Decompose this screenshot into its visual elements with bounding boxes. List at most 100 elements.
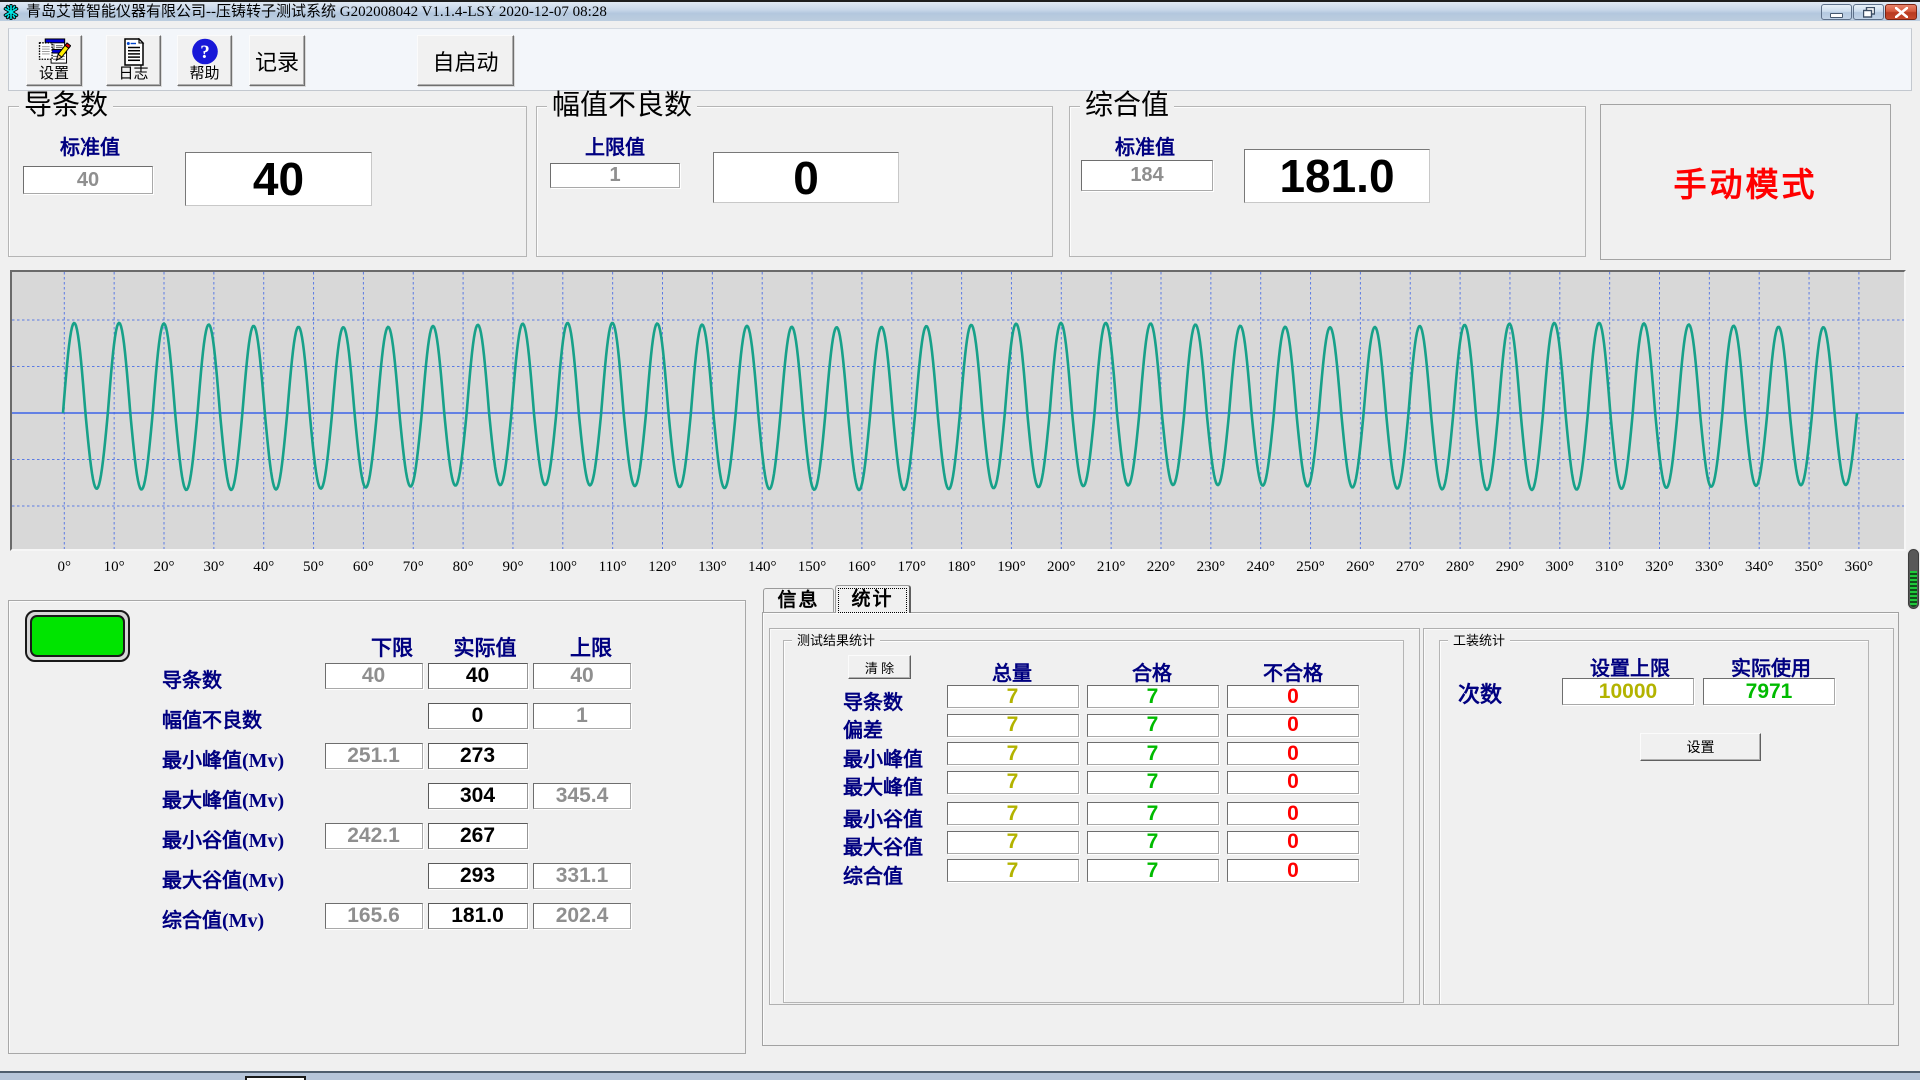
composite-display: 181.0 xyxy=(1244,149,1430,203)
stats-fail-box: 0 xyxy=(1227,742,1359,765)
amplitude-defect-limit-label: 上限值 xyxy=(575,131,655,160)
pass-lamp-light xyxy=(30,615,125,657)
x-axis-tick-label: 360° xyxy=(1829,559,1889,576)
stats-pass-box: 7 xyxy=(1087,714,1219,737)
results-actual-box: 181.0 xyxy=(428,903,528,929)
clear-button-label: 清 除 xyxy=(865,658,894,677)
tooling-limit-input[interactable]: 10000 xyxy=(1562,678,1694,705)
tab-stats[interactable]: 统计 xyxy=(835,585,911,613)
close-icon xyxy=(1895,7,1908,18)
results-lower-box[interactable]: 242.1 xyxy=(325,823,423,849)
stats-fail-box: 0 xyxy=(1227,859,1359,882)
minimize-icon xyxy=(1830,13,1843,18)
bar-count-title: 导条数 xyxy=(19,92,113,120)
close-button[interactable] xyxy=(1885,4,1917,20)
amplitude-defect-title: 幅值不良数 xyxy=(547,92,697,120)
test-stats-groupbox: 测试结果统计 清 除 总量合格不合格 导条数770偏差770最小峰值770最大峰… xyxy=(783,640,1404,1003)
amplitude-defect-limit-input[interactable]: 1 xyxy=(550,163,680,188)
composite-groupbox: 综合值 标准值 184 181.0 xyxy=(1069,106,1586,257)
settings-button-label: 设置 xyxy=(27,62,81,83)
results-header: 实际值 xyxy=(454,632,517,662)
stats-inner-panel: 测试结果统计 清 除 总量合格不合格 导条数770偏差770最小峰值770最大峰… xyxy=(769,628,1420,1005)
bar-count-std-value: 40 xyxy=(77,169,99,192)
mode-text: 手动模式 xyxy=(1674,158,1818,206)
results-lower-box[interactable]: 40 xyxy=(325,663,423,689)
tooling-groupbox: 工装统计 设置上限 实际使用 次数 10000 7971 设置 xyxy=(1439,640,1869,1005)
restore-button[interactable] xyxy=(1853,4,1884,20)
results-actual-box: 267 xyxy=(428,823,528,849)
usage-thermometer-fill xyxy=(1910,571,1917,607)
results-actual-box: 293 xyxy=(428,863,528,889)
amplitude-defect-limit-value: 1 xyxy=(609,164,620,187)
stats-row-label: 导条数 xyxy=(843,686,903,715)
results-upper-box[interactable]: 345.4 xyxy=(533,783,631,809)
tab-info[interactable]: 信息 xyxy=(763,588,834,613)
minimize-button[interactable] xyxy=(1821,4,1852,20)
stats-row-label: 最大峰值 xyxy=(843,771,923,800)
results-lower-box[interactable]: 165.6 xyxy=(325,903,423,929)
tooling-set-button-label: 设置 xyxy=(1687,737,1715,757)
amplitude-defect-groupbox: 幅值不良数 上限值 1 0 xyxy=(536,106,1053,257)
stats-total-box: 7 xyxy=(947,742,1079,765)
stats-fail-box: 0 xyxy=(1227,685,1359,708)
results-row-label: 最小峰值(Mv) xyxy=(162,744,284,773)
app-snowflake-icon xyxy=(3,4,19,20)
bar-count-std-label: 标准值 xyxy=(50,131,130,160)
results-row-label: 导条数 xyxy=(162,664,222,693)
tab-focus-rect xyxy=(838,588,907,613)
stats-tabpage: 测试结果统计 清 除 总量合格不合格 导条数770偏差770最小峰值770最大峰… xyxy=(762,612,1899,1046)
stats-fail-box: 0 xyxy=(1227,771,1359,794)
tooling-set-button[interactable]: 设置 xyxy=(1640,733,1761,761)
stats-fail-box: 0 xyxy=(1227,714,1359,737)
results-row-label: 最小谷值(Mv) xyxy=(162,824,284,853)
tab-info-label: 信息 xyxy=(777,590,819,611)
stats-pass-box: 7 xyxy=(1087,859,1219,882)
stats-fail-box: 0 xyxy=(1227,831,1359,854)
help-button[interactable]: ? 帮助 xyxy=(177,35,232,86)
stats-total-box: 7 xyxy=(947,771,1079,794)
results-panel: 下限实际值上限 导条数404040幅值不良数01最小峰值(Mv)251.1273… xyxy=(8,600,746,1054)
results-actual-box: 0 xyxy=(428,703,528,729)
app-window: 青岛艾普智能仪器有限公司--压铸转子测试系统 G202008042 V1.1.4… xyxy=(0,0,1920,1080)
results-header: 下限 xyxy=(371,632,413,662)
waveform-plot xyxy=(12,272,1904,549)
stats-pass-box: 7 xyxy=(1087,802,1219,825)
autostart-button-label: 自启动 xyxy=(432,45,498,77)
test-stats-title: 测试结果统计 xyxy=(792,634,880,647)
results-upper-box[interactable]: 331.1 xyxy=(533,863,631,889)
settings-button[interactable]: 设置 xyxy=(26,35,82,86)
results-upper-box[interactable]: 1 xyxy=(533,703,631,729)
results-row-label: 最大峰值(Mv) xyxy=(162,784,284,813)
log-button[interactable]: 日志 xyxy=(106,35,161,86)
results-header: 上限 xyxy=(570,632,612,662)
results-upper-box[interactable]: 40 xyxy=(533,663,631,689)
stats-pass-box: 7 xyxy=(1087,742,1219,765)
stats-pass-box: 7 xyxy=(1087,771,1219,794)
results-row-label: 幅值不良数 xyxy=(162,704,262,733)
record-button[interactable]: 记录 xyxy=(249,35,305,86)
composite-display-value: 181.0 xyxy=(1279,149,1394,203)
stats-header: 合格 xyxy=(1132,657,1172,686)
stats-total-box: 7 xyxy=(947,685,1079,708)
stats-pass-box: 7 xyxy=(1087,685,1219,708)
stats-total-box: 7 xyxy=(947,802,1079,825)
tooling-inner-panel: 工装统计 设置上限 实际使用 次数 10000 7971 设置 xyxy=(1423,628,1894,1005)
composite-std-label: 标准值 xyxy=(1105,131,1185,160)
stats-fail-box: 0 xyxy=(1227,802,1359,825)
stats-total-box: 7 xyxy=(947,859,1079,882)
results-lower-box[interactable]: 251.1 xyxy=(325,743,423,769)
composite-std-value: 184 xyxy=(1130,164,1163,187)
composite-std-input[interactable]: 184 xyxy=(1081,160,1213,191)
bar-count-std-input[interactable]: 40 xyxy=(23,166,153,194)
pass-lamp xyxy=(25,610,130,662)
autostart-button[interactable]: 自启动 xyxy=(417,35,514,86)
stats-row-label: 最小峰值 xyxy=(843,743,923,772)
help-button-label: 帮助 xyxy=(178,62,231,83)
window-title: 青岛艾普智能仪器有限公司--压铸转子测试系统 G202008042 V1.1.4… xyxy=(26,4,607,21)
help-icon-glyph: ? xyxy=(200,42,210,63)
bar-count-display-value: 40 xyxy=(253,152,304,206)
tooling-used-box: 7971 xyxy=(1703,678,1835,705)
mode-panel: 手动模式 xyxy=(1600,104,1891,260)
clear-button[interactable]: 清 除 xyxy=(848,655,911,679)
results-upper-box[interactable]: 202.4 xyxy=(533,903,631,929)
